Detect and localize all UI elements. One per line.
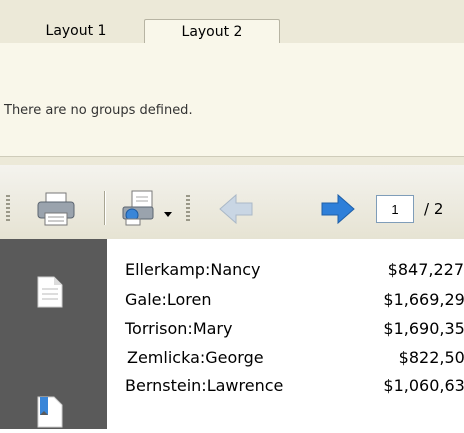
table-row: Ellerkamp:Nancy $847,227 <box>125 260 464 284</box>
groups-panel: There are no groups defined. <box>0 43 464 157</box>
page-number-input[interactable] <box>376 195 414 223</box>
toolbar-grip[interactable] <box>6 195 10 223</box>
report-content: Ellerkamp:Nancy $847,227 Gale:Loren $1,6… <box>107 239 464 429</box>
employee-name: Ellerkamp:Nancy <box>125 260 261 279</box>
no-groups-message: There are no groups defined. <box>4 103 193 118</box>
bookmarks-icon <box>37 396 63 428</box>
panel-separator <box>0 157 464 165</box>
table-row: Bernstein:Lawrence $1,060,632 <box>125 376 464 400</box>
previous-page-button[interactable] <box>218 193 254 229</box>
previous-page-icon <box>219 193 253 225</box>
page-setup-button[interactable] <box>120 189 162 231</box>
employee-name: Bernstein:Lawrence <box>125 376 284 395</box>
print-button[interactable] <box>36 191 76 231</box>
tab-layout-2[interactable]: Layout 2 <box>144 19 280 43</box>
employee-name: Torrison:Mary <box>125 319 233 338</box>
employee-name: Gale:Loren <box>125 290 212 309</box>
sales-amount: $1,669,290 <box>383 290 464 309</box>
toolbar-separator <box>104 191 105 225</box>
employee-name: Zemlicka:George <box>127 348 264 367</box>
sales-amount: $847,227 <box>387 260 464 279</box>
table-row: Gale:Loren $1,669,290 <box>125 290 464 314</box>
viewer-toolbar: / 2 <box>0 165 464 239</box>
sales-amount: $822,500 <box>398 348 464 367</box>
bookmarks-button[interactable] <box>36 395 64 433</box>
dropdown-arrow-icon <box>164 212 172 217</box>
sales-amount: $1,060,632 <box>383 376 464 395</box>
next-page-button[interactable] <box>320 193 356 229</box>
page-setup-dropdown[interactable] <box>164 203 172 222</box>
viewer-sidebar <box>0 239 107 429</box>
print-icon <box>37 192 75 226</box>
tab-strip: Layout 1 Layout 2 <box>0 0 464 43</box>
page-view-button[interactable] <box>36 275 64 313</box>
sales-amount: $1,690,350 <box>383 319 464 338</box>
table-row: Torrison:Mary $1,690,350 <box>125 319 464 343</box>
next-page-icon <box>321 193 355 225</box>
toolbar-grip[interactable] <box>186 195 190 223</box>
page-total: / 2 <box>424 200 444 218</box>
page-view-icon <box>37 276 63 308</box>
page-setup-icon <box>122 190 154 226</box>
table-row: Zemlicka:George $822,500 <box>127 348 464 372</box>
tab-layout-1[interactable]: Layout 1 <box>8 19 144 43</box>
